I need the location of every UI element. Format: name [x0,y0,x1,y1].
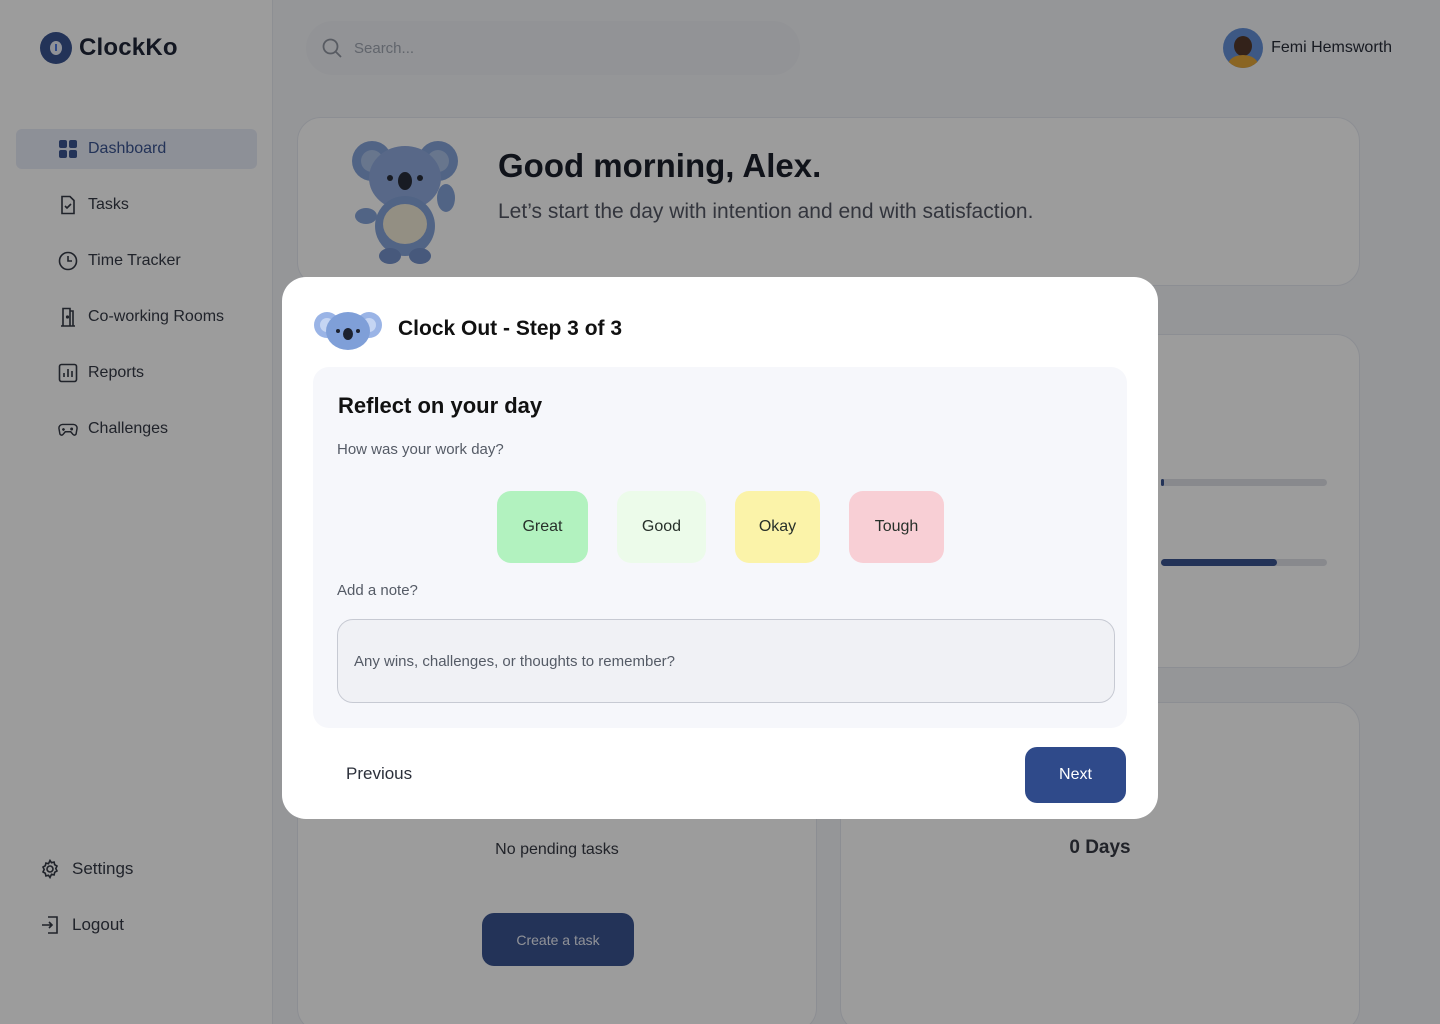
next-button[interactable]: Next [1025,747,1126,803]
mood-great-button[interactable]: Great [497,491,588,563]
reflection-panel: Reflect on your day How was your work da… [313,367,1127,728]
mood-good-button[interactable]: Good [617,491,706,563]
previous-button[interactable]: Previous [346,764,412,784]
note-placeholder: Any wins, challenges, or thoughts to rem… [354,652,675,670]
reflection-heading: Reflect on your day [338,393,543,418]
note-label: Add a note? [337,582,418,599]
workday-question: How was your work day? [337,441,504,458]
mood-tough-button[interactable]: Tough [849,491,944,563]
koala-face-icon [314,312,382,350]
note-textarea[interactable]: Any wins, challenges, or thoughts to rem… [337,619,1115,703]
clock-out-modal: Clock Out - Step 3 of 3 Reflect on your … [282,277,1158,819]
mood-okay-button[interactable]: Okay [735,491,820,563]
modal-title: Clock Out - Step 3 of 3 [398,317,623,340]
